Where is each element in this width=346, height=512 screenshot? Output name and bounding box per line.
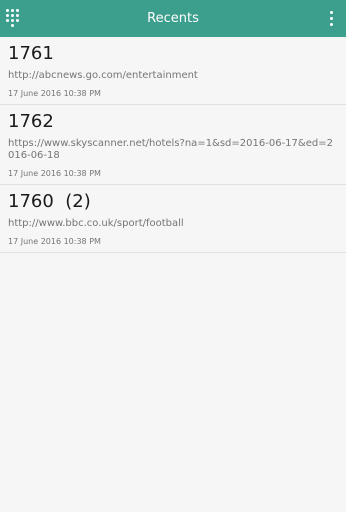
item-timestamp: 17 June 2016 10:38 PM — [8, 169, 101, 178]
list-item[interactable]: 1760 (2) http://www.bbc.co.uk/sport/foot… — [0, 185, 346, 253]
item-title: 1760 (2) — [8, 191, 91, 212]
item-url: http://abcnews.go.com/entertainment — [8, 70, 198, 81]
item-title: 1762 — [8, 111, 54, 132]
item-url: http://www.bbc.co.uk/sport/football — [8, 218, 184, 229]
app-toolbar: Recents — [0, 0, 346, 37]
recents-list: 1761 http://abcnews.go.com/entertainment… — [0, 37, 346, 253]
page-title: Recents — [147, 11, 199, 26]
item-url: https://www.skyscanner.net/hotels?na=1&s… — [8, 138, 333, 161]
item-title: 1761 — [8, 43, 54, 64]
item-timestamp: 17 June 2016 10:38 PM — [8, 237, 101, 246]
list-item[interactable]: 1761 http://abcnews.go.com/entertainment… — [0, 37, 346, 105]
overflow-menu-icon[interactable] — [326, 10, 336, 28]
item-timestamp: 17 June 2016 10:38 PM — [8, 89, 101, 98]
list-item[interactable]: 1762 https://www.skyscanner.net/hotels?n… — [0, 105, 346, 185]
